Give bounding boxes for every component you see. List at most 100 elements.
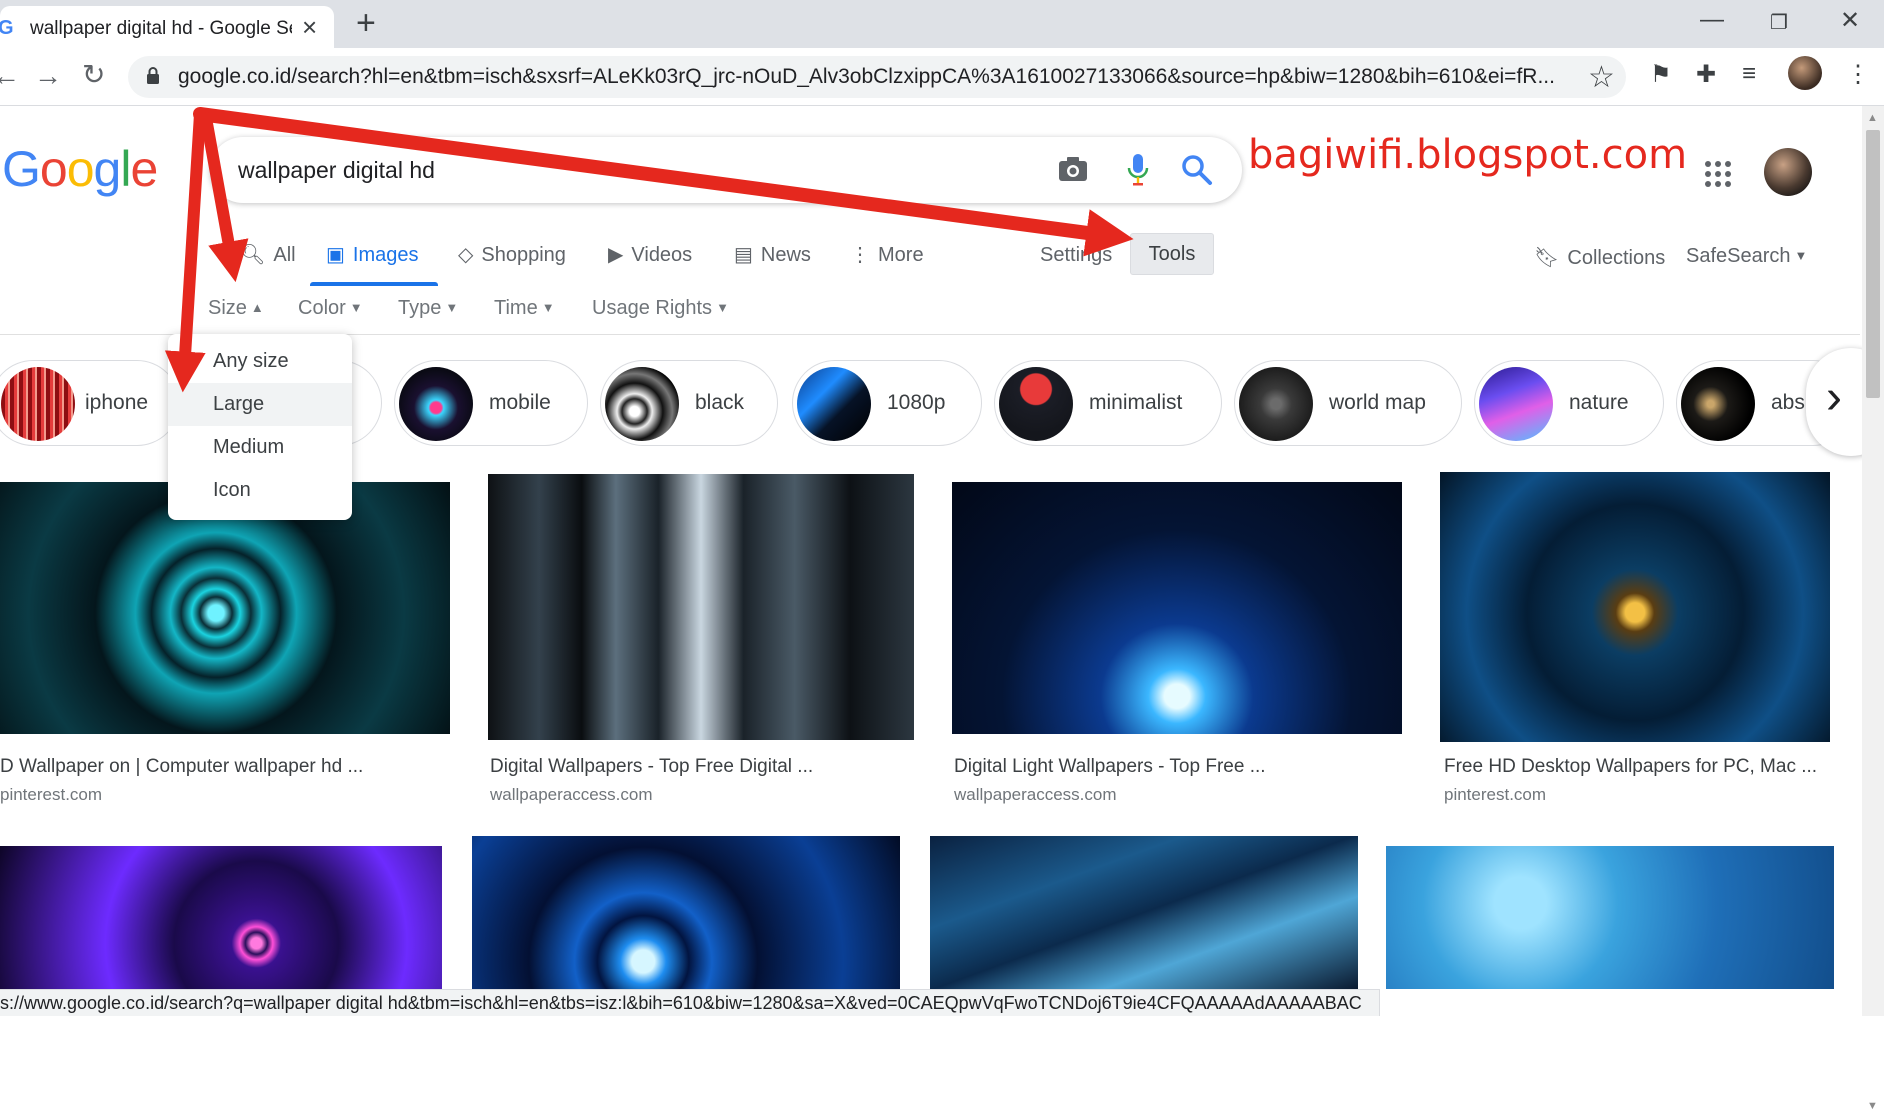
- size-option-large[interactable]: Large: [168, 383, 352, 426]
- close-tab-icon[interactable]: ×: [302, 12, 317, 43]
- chip-world-map[interactable]: world map: [1234, 360, 1462, 446]
- result-image[interactable]: [472, 836, 900, 989]
- apps-grid-icon[interactable]: [1704, 160, 1732, 188]
- collections-label: Collections: [1567, 247, 1666, 269]
- chip-iphone[interactable]: iphone: [0, 360, 180, 446]
- filter-size[interactable]: Size ▲: [208, 297, 264, 320]
- filter-color[interactable]: Color ▼: [298, 297, 363, 320]
- chip-thumbnail: [399, 367, 473, 441]
- search-box[interactable]: wallpaper digital hd: [210, 137, 1242, 203]
- result-source: pinterest.com: [0, 785, 103, 804]
- chip-thumbnail: [1, 367, 75, 441]
- tab-label: Videos: [631, 244, 693, 266]
- address-bar[interactable]: google.co.id/search?hl=en&tbm=isch&sxsrf…: [128, 56, 1626, 98]
- collections-link[interactable]: 🔖︎ Collections: [1534, 245, 1665, 270]
- tab-label: More: [878, 244, 924, 266]
- active-tab-indicator: [310, 282, 438, 286]
- extensions-puzzle-icon[interactable]: ✚: [1696, 60, 1716, 89]
- search-input[interactable]: wallpaper digital hd: [238, 157, 435, 184]
- filter-type[interactable]: Type ▼: [398, 297, 458, 320]
- menu-kebab-icon[interactable]: ⋮: [1846, 60, 1870, 89]
- chip-nature[interactable]: nature: [1474, 360, 1664, 446]
- profile-avatar[interactable]: [1788, 56, 1822, 90]
- tab-label: News: [760, 244, 811, 266]
- settings-link[interactable]: Settings: [1040, 244, 1112, 267]
- chevron-right-icon: ›: [1826, 371, 1842, 424]
- chip-black[interactable]: black: [600, 360, 778, 446]
- chip-label: world map: [1329, 391, 1426, 414]
- scroll-thumb[interactable]: [1866, 130, 1880, 398]
- browser-tab[interactable]: G wallpaper digital hd - Google Sea ×: [0, 6, 334, 48]
- caret-down-icon: ▼: [716, 300, 729, 315]
- tab-all[interactable]: 🔍︎ All: [240, 242, 296, 267]
- chip-thumbnail: [999, 367, 1073, 441]
- close-window-icon[interactable]: ✕: [1840, 6, 1860, 35]
- tab-shopping[interactable]: ◇ Shopping: [458, 242, 566, 267]
- media-control-icon[interactable]: ≡: [1742, 60, 1756, 88]
- result-image[interactable]: [930, 836, 1358, 989]
- caret-down-icon: ▼: [445, 300, 459, 315]
- filter-label: Color: [298, 297, 346, 319]
- restore-icon[interactable]: ❐: [1770, 10, 1788, 35]
- size-option-icon[interactable]: Icon: [168, 469, 352, 512]
- size-dropdown-menu: Any size Large Medium Icon: [168, 334, 352, 520]
- safesearch-dropdown[interactable]: SafeSearch ▼: [1686, 245, 1807, 268]
- link-status-bar: s://www.google.co.id/search?q=wallpaper …: [0, 989, 1380, 1016]
- extension-flag-icon[interactable]: ⚑: [1650, 60, 1672, 89]
- chip-label: 1080p: [887, 391, 946, 414]
- chip-thumbnail: [1681, 367, 1755, 441]
- size-option-any[interactable]: Any size: [168, 340, 352, 383]
- google-logo[interactable]: Google: [2, 140, 158, 198]
- result-title[interactable]: Digital Wallpapers - Top Free Digital ..…: [490, 756, 920, 778]
- size-option-medium[interactable]: Medium: [168, 426, 352, 469]
- tab-label: Images: [352, 244, 419, 266]
- result-image[interactable]: [488, 474, 914, 740]
- browser-toolbar: ← → ↻ google.co.id/search?hl=en&tbm=isch…: [0, 48, 1884, 106]
- result-image[interactable]: [952, 482, 1402, 734]
- result-title[interactable]: Free HD Desktop Wallpapers for PC, Mac .…: [1444, 756, 1844, 778]
- result-image[interactable]: [1386, 846, 1834, 989]
- result-image[interactable]: [1440, 472, 1830, 742]
- tab-videos[interactable]: ▶ Videos: [608, 242, 692, 267]
- caret-down-icon: ▼: [541, 300, 555, 315]
- chip-minimalist[interactable]: minimalist: [994, 360, 1222, 446]
- chip-thumbnail: [1239, 367, 1313, 441]
- filter-label: Type: [398, 297, 442, 319]
- caret-up-icon: ▲: [250, 300, 264, 315]
- account-avatar[interactable]: [1764, 148, 1812, 196]
- tools-button[interactable]: Tools: [1130, 233, 1214, 275]
- watermark-text: bagiwifi.blogspot.com: [1248, 132, 1688, 178]
- tab-news[interactable]: ▤ News: [734, 242, 811, 267]
- result-image[interactable]: [0, 846, 442, 989]
- tag-icon: ◇: [458, 244, 474, 266]
- tab-title: wallpaper digital hd - Google Sea: [30, 18, 292, 39]
- back-icon[interactable]: ←: [0, 60, 20, 92]
- result-source: wallpaperaccess.com: [954, 785, 1117, 804]
- result-title[interactable]: Digital Light Wallpapers - Top Free ...: [954, 756, 1404, 778]
- search-icon: 🔍︎: [240, 244, 266, 266]
- page-scrollbar[interactable]: ▲ ▼: [1862, 106, 1884, 1112]
- filter-usage-rights[interactable]: Usage Rights ▼: [592, 297, 729, 320]
- chip-mobile[interactable]: mobile: [394, 360, 588, 446]
- chip-1080p[interactable]: 1080p: [792, 360, 982, 446]
- bookmark-icon: 🔖︎: [1534, 247, 1560, 269]
- play-icon: ▶: [608, 244, 624, 266]
- tab-more[interactable]: ⋮ More: [850, 242, 924, 267]
- search-icon[interactable]: [1180, 153, 1214, 187]
- microphone-icon[interactable]: [1126, 153, 1150, 187]
- forward-icon[interactable]: →: [34, 60, 62, 92]
- minimize-icon[interactable]: —: [1700, 6, 1724, 34]
- chip-label: nature: [1569, 391, 1629, 414]
- bookmark-star-icon[interactable]: ☆: [1588, 60, 1615, 95]
- filter-time[interactable]: Time ▼: [494, 297, 555, 320]
- result-title[interactable]: D Wallpaper on | Computer wallpaper hd .…: [0, 756, 450, 778]
- scroll-up-icon[interactable]: ▲: [1867, 112, 1878, 124]
- caret-down-icon: ▼: [349, 300, 363, 315]
- chip-label: iphone: [85, 391, 149, 414]
- tab-images[interactable]: ▣ Images: [326, 242, 419, 267]
- browser-tab-bar: G wallpaper digital hd - Google Sea × + …: [0, 0, 1884, 48]
- camera-icon[interactable]: [1058, 156, 1088, 182]
- new-tab-icon[interactable]: +: [356, 4, 376, 43]
- scroll-down-icon[interactable]: ▼: [1867, 1100, 1878, 1112]
- reload-icon[interactable]: ↻: [82, 58, 105, 91]
